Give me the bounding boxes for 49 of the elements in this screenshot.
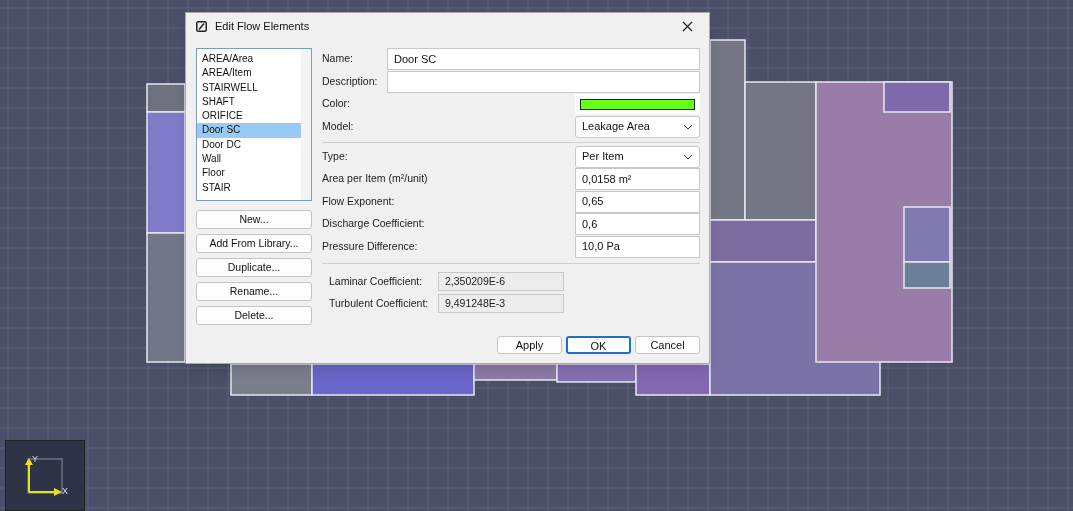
dialog-button[interactable]: Apply [497,336,562,354]
field-label: Pressure Difference: [322,238,418,254]
axis-label: X [62,485,68,498]
list-item[interactable]: STAIR [197,180,301,195]
list-item[interactable]: Door SC [197,123,301,138]
action-button[interactable]: Delete... [196,306,312,325]
field-label: Turbulent Coefficient: [329,295,430,311]
readonly-field: 2,350209E-6 [438,272,564,291]
list-item[interactable]: AREA/Item [197,66,301,81]
app-icon [196,20,207,32]
text-field[interactable]: 10,0 Pa [575,235,700,258]
dialog-button[interactable]: OK [566,336,631,354]
list-item[interactable]: Floor [197,166,301,181]
chevron-down-icon [683,123,693,130]
field-label: Flow Exponent: [322,193,395,209]
text-field[interactable] [387,70,700,93]
scrollbar[interactable] [301,49,311,200]
window-title: Edit Flow Elements [215,18,310,34]
chevron-down-icon [683,153,693,160]
readonly-field: 9,491248E-3 [438,294,564,313]
field-label: Type: [322,148,349,164]
list-item[interactable]: ORIFICE [197,109,301,124]
list-item[interactable]: AREA/Area [197,52,301,67]
field-label: Area per Item (m²/unit) [322,171,428,187]
color-swatch[interactable] [580,98,695,110]
text-field[interactable]: 0,0158 m² [575,168,700,190]
action-button[interactable]: New... [196,210,312,229]
dropdown[interactable]: Per Item [575,145,700,168]
axis-drawing [25,458,63,496]
axis-label: Y [32,453,38,466]
text-field[interactable]: Door SC [387,48,700,70]
field-label: Name: [322,51,354,67]
list-item[interactable]: STAIRWELL [197,80,301,95]
close-icon [681,20,693,32]
field-label: Laminar Coefficient: [329,273,424,289]
action-button[interactable]: Duplicate... [196,258,312,277]
dropdown[interactable]: Leakage Area [575,115,700,138]
text-field[interactable]: 0,65 [575,190,700,213]
list-item[interactable]: SHAFT [197,94,301,110]
text-field[interactable]: 0,6 [575,213,700,235]
field-label: Description: [322,73,379,89]
field-label: Color: [322,96,351,112]
dialog-button[interactable]: Cancel [635,336,700,354]
list-item[interactable]: Wall [197,152,301,167]
field-label: Discharge Coefficient: [322,216,425,232]
field-label: Model: [322,118,355,134]
action-button[interactable]: Rename... [196,282,312,301]
action-button[interactable]: Add From Library... [196,234,312,253]
list-item[interactable]: Door DC [197,137,301,153]
